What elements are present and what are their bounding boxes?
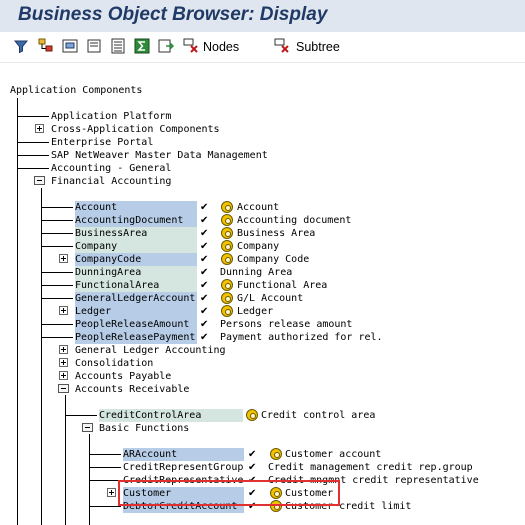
- export-icon[interactable]: [157, 37, 175, 55]
- tree-object-credit-control-area[interactable]: CreditControlArea Credit control area: [0, 409, 525, 422]
- check-icon: ✔: [200, 306, 209, 317]
- nodes-button[interactable]: Nodes: [203, 40, 239, 54]
- nodes-icon[interactable]: [182, 37, 200, 55]
- check-icon: ✔: [200, 319, 209, 330]
- check-icon: ✔: [200, 280, 209, 291]
- tree-root-label: Application Components: [10, 85, 143, 96]
- check-icon: ✔: [200, 215, 209, 226]
- tree-node-accounts-payable[interactable]: Accounts Payable: [0, 370, 525, 383]
- business-object-icon: [221, 253, 233, 265]
- business-object-icon: [246, 409, 258, 421]
- title-bar: Business Object Browser: Display: [0, 0, 525, 32]
- highlight-box: [118, 480, 340, 506]
- tree-node-financial-accounting[interactable]: Financial Accounting: [0, 175, 525, 188]
- tree-object-ledger[interactable]: Ledger ✔ Ledger: [0, 305, 525, 318]
- tree-object-functional-area[interactable]: FunctionalArea ✔ Functional Area: [0, 279, 525, 292]
- tree-node-accounting-general[interactable]: Accounting - General: [0, 162, 525, 175]
- new-page-icon[interactable]: [85, 37, 103, 55]
- tree-object-company[interactable]: Company ✔ Company: [0, 240, 525, 253]
- tree-node-mdm[interactable]: SAP NetWeaver Master Data Management: [0, 149, 525, 162]
- tree-node-accounts-receivable[interactable]: Accounts Receivable: [0, 383, 525, 396]
- collapse-icon[interactable]: [58, 384, 69, 393]
- tree-node-cross-application[interactable]: Cross-Application Components: [0, 123, 525, 136]
- expand-icon[interactable]: [59, 306, 68, 315]
- subtree-icon[interactable]: [273, 37, 291, 55]
- tree-object-business-area[interactable]: BusinessArea ✔ Business Area: [0, 227, 525, 240]
- business-object-icon: [221, 201, 233, 213]
- tree-object-company-code[interactable]: CompanyCode ✔ Company Code: [0, 253, 525, 266]
- check-icon: ✔: [200, 293, 209, 304]
- tree-object-people-release-payment[interactable]: PeopleReleasePayment ✔ Payment authorize…: [0, 331, 525, 344]
- check-icon: ✔: [200, 202, 209, 213]
- tree-object-account[interactable]: Account ✔ Account: [0, 201, 525, 214]
- toolbar: Nodes Subtree: [0, 32, 525, 63]
- window-title: Business Object Browser: Display: [18, 4, 328, 25]
- expand-icon[interactable]: [107, 488, 116, 497]
- tree-node-application-platform[interactable]: Application Platform: [0, 110, 525, 123]
- structure-icon[interactable]: [61, 37, 79, 55]
- tree-object-ar-account[interactable]: ARAccount ✔ Customer account: [0, 448, 525, 461]
- collapse-icon[interactable]: [82, 423, 93, 432]
- tree-object-people-release-amount[interactable]: PeopleReleaseAmount ✔ Persons release am…: [0, 318, 525, 331]
- check-icon: ✔: [200, 241, 209, 252]
- check-icon: ✔: [200, 254, 209, 265]
- business-object-icon: [270, 448, 282, 460]
- expand-icon[interactable]: [59, 345, 68, 354]
- sum-icon[interactable]: [133, 37, 151, 55]
- business-object-icon: [221, 214, 233, 226]
- hierarchy-icon[interactable]: [37, 37, 55, 55]
- expand-icon[interactable]: [59, 358, 68, 367]
- business-object-icon: [221, 227, 233, 239]
- check-icon: ✔: [200, 332, 209, 343]
- business-object-icon: [221, 279, 233, 291]
- object-tree: Application Components Application Platf…: [0, 62, 525, 525]
- expand-icon[interactable]: [59, 254, 68, 263]
- details-icon[interactable]: [109, 37, 127, 55]
- tree-node-gl-accounting[interactable]: General Ledger Accounting: [0, 344, 525, 357]
- check-icon: ✔: [200, 267, 209, 278]
- tree-object-dunning-area[interactable]: DunningArea ✔ Dunning Area: [0, 266, 525, 279]
- tree-node-consolidation[interactable]: Consolidation: [0, 357, 525, 370]
- tree-object-credit-represent-group[interactable]: CreditRepresentGroup ✔ Credit management…: [0, 461, 525, 474]
- subtree-button[interactable]: Subtree: [296, 40, 340, 54]
- tree-root[interactable]: Application Components: [0, 84, 525, 97]
- business-object-icon: [221, 240, 233, 252]
- collapse-icon[interactable]: [34, 176, 45, 185]
- check-icon: ✔: [200, 228, 209, 239]
- expand-icon[interactable]: [35, 124, 44, 133]
- business-object-icon: [221, 292, 233, 304]
- check-icon: ✔: [248, 462, 257, 473]
- check-icon: ✔: [248, 449, 257, 460]
- tree-node-enterprise-portal[interactable]: Enterprise Portal: [0, 136, 525, 149]
- tree-object-gl-account[interactable]: GeneralLedgerAccount ✔ G/L Account: [0, 292, 525, 305]
- tree-object-accounting-document[interactable]: AccountingDocument ✔ Accounting document: [0, 214, 525, 227]
- business-object-icon: [221, 305, 233, 317]
- filter-icon[interactable]: [12, 37, 30, 55]
- expand-icon[interactable]: [59, 371, 68, 380]
- tree-node-basic-functions[interactable]: Basic Functions: [0, 422, 525, 435]
